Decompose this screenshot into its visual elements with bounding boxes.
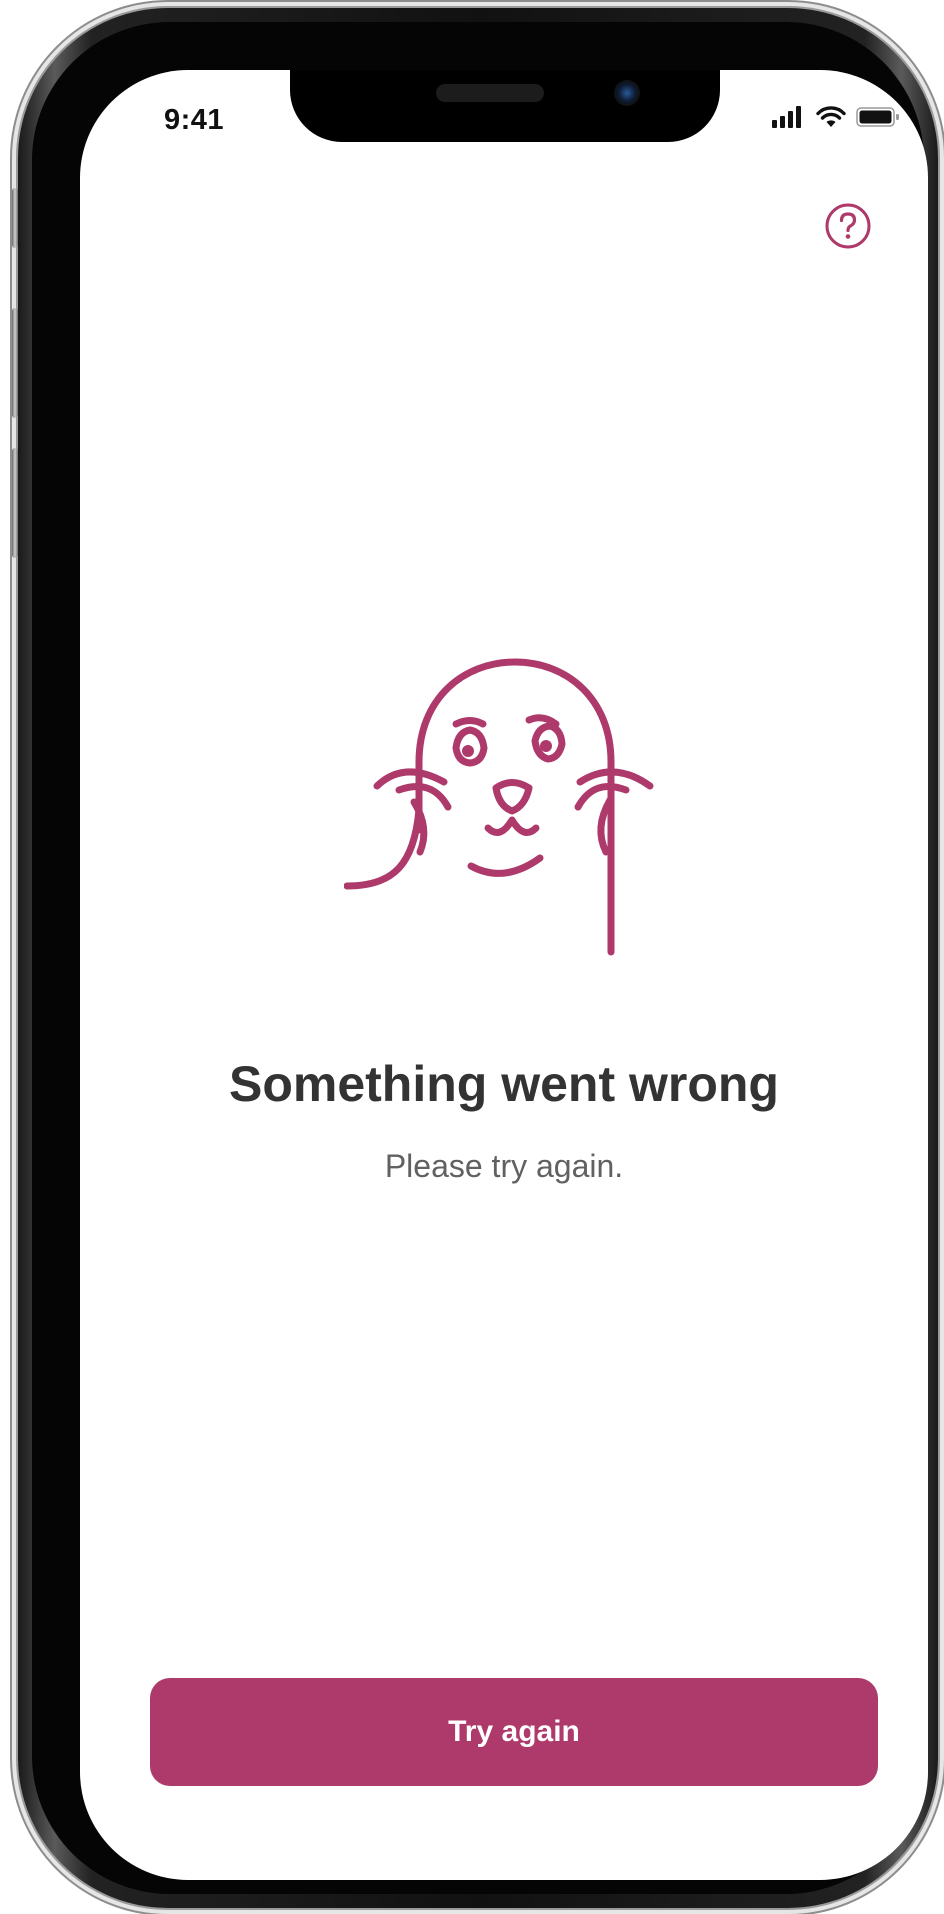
volume-up-button <box>12 308 18 418</box>
status-time: 9:41 <box>164 104 225 136</box>
phone-frame: 9:41 Something went wrong Please try aga… <box>12 8 938 1908</box>
error-title: Something went wrong <box>229 1056 779 1112</box>
status-icons <box>772 106 900 128</box>
mute-switch <box>12 188 18 248</box>
cellular-signal-icon <box>772 106 801 128</box>
error-message: Please try again. <box>384 1148 624 1184</box>
volume-down-button <box>12 448 18 558</box>
sad-seal-illustration <box>344 658 654 956</box>
try-again-button[interactable]: Try again <box>150 1678 878 1786</box>
help-icon[interactable] <box>824 202 872 250</box>
speaker-grille <box>436 84 544 102</box>
battery-icon <box>856 107 899 127</box>
wifi-icon <box>816 106 846 127</box>
front-camera <box>614 80 640 106</box>
notch <box>290 70 720 142</box>
app-screen: 9:41 Something went wrong Please try aga… <box>80 70 928 1880</box>
